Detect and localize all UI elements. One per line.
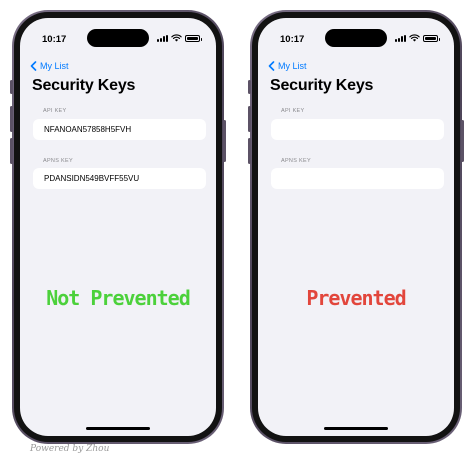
mute-switch bbox=[10, 80, 13, 94]
watermark: Powered by Zhou bbox=[30, 444, 110, 454]
api-key-label: API KEY bbox=[281, 108, 305, 114]
apns-key-label: APNS KEY bbox=[281, 158, 311, 164]
status-icons bbox=[157, 34, 202, 42]
wifi-icon bbox=[171, 34, 182, 42]
result-label: Prevented bbox=[306, 286, 406, 310]
chevron-left-icon bbox=[268, 61, 275, 71]
home-indicator[interactable] bbox=[86, 427, 150, 430]
volume-down-button bbox=[248, 138, 251, 164]
back-label: My List bbox=[278, 61, 307, 71]
back-label: My List bbox=[40, 61, 69, 71]
back-button[interactable]: My List bbox=[268, 61, 307, 71]
chevron-left-icon bbox=[30, 61, 37, 71]
mute-switch bbox=[248, 80, 251, 94]
phone-bezel: 10:17 My List Security Keys bbox=[252, 12, 460, 442]
api-key-field[interactable]: NFANOAN57858H5FVH bbox=[33, 119, 206, 140]
dynamic-island bbox=[325, 29, 387, 47]
phone-screen: 10:17 My List Security Keys bbox=[258, 18, 454, 436]
volume-up-button bbox=[10, 106, 13, 132]
dynamic-island bbox=[87, 29, 149, 47]
phone-screen: 10:17 My List Security Keys bbox=[20, 18, 216, 436]
apns-key-label: APNS KEY bbox=[43, 158, 73, 164]
phone-frame-not-prevented: 10:17 My List Security Keys API KEY NFAN… bbox=[10, 10, 226, 444]
page-title: Security Keys bbox=[32, 77, 136, 94]
page-title: Security Keys bbox=[270, 77, 374, 94]
signal-icon bbox=[395, 34, 406, 42]
back-button[interactable]: My List bbox=[30, 61, 69, 71]
battery-icon bbox=[185, 34, 202, 42]
apns-key-field[interactable] bbox=[271, 168, 444, 189]
api-key-field[interactable] bbox=[271, 119, 444, 140]
power-button bbox=[223, 120, 226, 162]
apns-key-field[interactable]: PDANSIDN549BVFF55VU bbox=[33, 168, 206, 189]
volume-down-button bbox=[10, 138, 13, 164]
wifi-icon bbox=[409, 34, 420, 42]
phone-bezel: 10:17 My List Security Keys bbox=[14, 12, 222, 442]
api-key-label: API KEY bbox=[43, 108, 67, 114]
power-button bbox=[461, 120, 464, 162]
result-label: Not Prevented bbox=[46, 286, 191, 310]
status-time: 10:17 bbox=[42, 34, 67, 45]
status-icons bbox=[395, 34, 440, 42]
phone-frame-prevented: 10:17 My List Security Keys API KEY APNS… bbox=[248, 10, 464, 444]
battery-icon bbox=[423, 34, 440, 42]
home-indicator[interactable] bbox=[324, 427, 388, 430]
volume-up-button bbox=[248, 106, 251, 132]
signal-icon bbox=[157, 34, 168, 42]
status-time: 10:17 bbox=[280, 34, 305, 45]
